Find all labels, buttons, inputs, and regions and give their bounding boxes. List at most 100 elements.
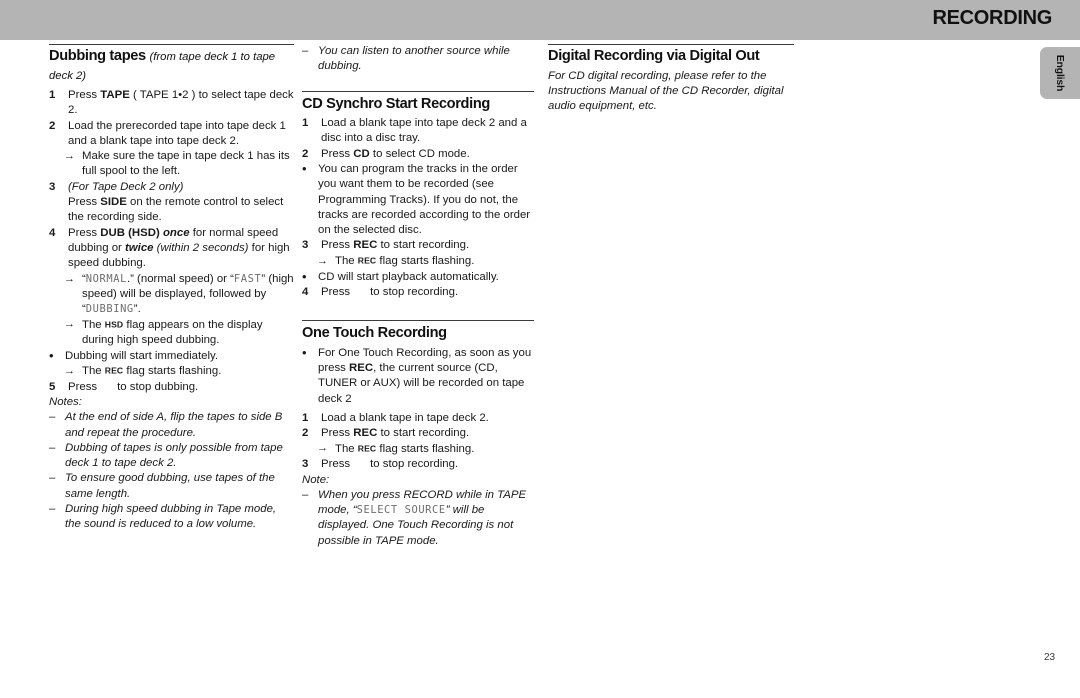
row-text: At the end of side A, flip the tapes to … bbox=[65, 411, 282, 438]
row-text: Press DUB (HSD) once for normal speed du… bbox=[68, 227, 290, 270]
dash-icon: – bbox=[302, 45, 309, 57]
body-text: Press bbox=[68, 89, 101, 101]
emphasis-text: You can listen to another source while d… bbox=[318, 45, 510, 73]
body-text: The bbox=[335, 255, 358, 268]
button-name: REC bbox=[353, 427, 378, 440]
numbered-step: 3 Press to stop recording. bbox=[302, 457, 534, 472]
row-text: You can listen to another source while d… bbox=[318, 45, 510, 72]
row-text: Load a blank tape into tape deck 2 and a… bbox=[321, 117, 527, 144]
numbered-step: 2 Press CD to select CD mode. bbox=[302, 147, 534, 162]
display-flag: REC bbox=[357, 255, 377, 266]
body-text: Make sure the tape in tape deck 1 has it… bbox=[82, 150, 290, 178]
row-text: Load a blank tape in tape deck 2. bbox=[321, 412, 489, 424]
button-name: SIDE bbox=[100, 196, 127, 209]
row-text: During high speed dubbing in Tape mode, … bbox=[65, 503, 276, 530]
page-number: 23 bbox=[1044, 652, 1056, 663]
step-number: 1 bbox=[49, 89, 56, 101]
emphasis-text: To ensure good dubbing, use tapes of the… bbox=[65, 472, 275, 500]
content-column-1: Dubbing tapes (from tape deck 1 to tape … bbox=[49, 44, 294, 533]
result-note: → The REC flag starts flashing. bbox=[302, 441, 534, 457]
numbered-step: 1 Press TAPE ( TAPE 1•2 ) to select tape … bbox=[49, 88, 294, 119]
row-text: The REC flag starts flashing. bbox=[335, 443, 474, 455]
result-note: → The REC flag starts flashing. bbox=[49, 364, 294, 380]
arrow-icon: → bbox=[317, 254, 328, 267]
section-divider bbox=[302, 320, 534, 322]
numbered-step: 4 Press to stop recording. bbox=[302, 285, 534, 300]
row-text: Press REC to start recording. bbox=[321, 427, 469, 439]
body-text: The bbox=[82, 318, 105, 331]
row-text: Press to stop recording. bbox=[321, 286, 458, 298]
row-text: The REC flag starts flashing. bbox=[82, 365, 221, 377]
numbered-step: 2 Load the prerecorded tape into tape dec… bbox=[49, 119, 294, 150]
section-heading-text: CD Synchro Start Recording bbox=[302, 95, 490, 112]
button-name: REC bbox=[353, 239, 378, 252]
section-heading-text: Dubbing tapes bbox=[49, 48, 150, 64]
body-text: Load a blank tape in tape deck 2. bbox=[321, 411, 489, 424]
body-text: Press bbox=[68, 196, 101, 209]
body-text: Press bbox=[321, 427, 354, 440]
row-text: Press TAPE ( TAPE 1•2 ) to select tape d… bbox=[68, 89, 294, 116]
section-heading: Digital Recording via Digital Out bbox=[548, 48, 794, 66]
step-number: 2 bbox=[302, 427, 309, 440]
bullet-icon: • bbox=[302, 160, 307, 176]
step-number: 2 bbox=[302, 147, 309, 160]
row-text: You can program the tracks in the order … bbox=[318, 163, 530, 236]
body-text: to start recording. bbox=[377, 239, 470, 252]
step-number: 2 bbox=[49, 119, 56, 132]
body-text: to stop dubbing. bbox=[117, 380, 199, 393]
arrow-icon: → bbox=[64, 318, 75, 331]
body-text: flag starts flashing. bbox=[376, 255, 475, 268]
body-text: Load the prerecorded tape into tape deck… bbox=[68, 119, 286, 147]
dash-note: – During high speed dubbing in Tape mode,… bbox=[49, 502, 294, 533]
row-text: (For Tape Deck 2 only) bbox=[68, 181, 183, 193]
body-text: Press bbox=[321, 458, 351, 471]
bullet-note: • CD will start playback automatically. bbox=[302, 270, 534, 285]
bullet-note: • You can program the tracks in the order… bbox=[302, 162, 534, 238]
body-text: flag starts flashing. bbox=[123, 365, 222, 378]
body-text: ”. bbox=[133, 303, 141, 316]
row-text: The REC flag starts flashing. bbox=[335, 255, 474, 267]
language-tab[interactable]: English bbox=[1040, 47, 1080, 99]
content-column-3: Digital Recording via Digital Out For CD … bbox=[548, 44, 794, 114]
row-text: To ensure good dubbing, use tapes of the… bbox=[65, 472, 275, 499]
body-text: Press bbox=[321, 147, 354, 160]
dash-icon: – bbox=[49, 472, 56, 485]
arrow-icon: → bbox=[317, 442, 328, 455]
section-divider bbox=[49, 44, 294, 45]
notes-label: Note: bbox=[302, 473, 330, 486]
row-text: The HSD flag appears on the display duri… bbox=[82, 319, 263, 346]
content-column-2: – You can listen to another source while … bbox=[302, 44, 534, 549]
step-continuation: Press SIDE on the remote control to sele… bbox=[49, 195, 294, 226]
numbered-step: 1 Load a blank tape into tape deck 2 and … bbox=[302, 116, 534, 147]
dash-note: – At the end of side A, flip the tapes to… bbox=[49, 410, 294, 441]
header-bar: RECORDING bbox=[0, 0, 1080, 40]
body-text: Load a blank tape into tape deck 2 and a… bbox=[321, 117, 527, 145]
dash-note: – You can listen to another source while … bbox=[302, 44, 534, 75]
result-note: → The REC flag starts flashing. bbox=[302, 254, 534, 270]
button-name: REC bbox=[349, 361, 374, 374]
arrow-icon: → bbox=[64, 364, 75, 377]
body-text: to stop recording. bbox=[370, 458, 459, 471]
row-text: “NORMAL.” (normal speed) or “FAST” (high… bbox=[82, 273, 294, 316]
dash-icon: – bbox=[302, 488, 309, 501]
numbered-step: 4 Press DUB (HSD) once for normal speed d… bbox=[49, 226, 294, 272]
section-divider bbox=[548, 44, 794, 45]
numbered-step: 3 (For Tape Deck 2 only) bbox=[49, 180, 294, 195]
section-heading: Dubbing tapes (from tape deck 1 to tape … bbox=[49, 48, 294, 85]
bullet-note: • Dubbing will start immediately. bbox=[49, 349, 294, 364]
row-text: Press CD to select CD mode. bbox=[321, 148, 470, 160]
emphasis-text: twice bbox=[125, 241, 154, 254]
result-note: → Make sure the tape in tape deck 1 has i… bbox=[49, 149, 294, 180]
section-divider bbox=[302, 90, 534, 92]
step-number: 5 bbox=[49, 380, 56, 393]
language-tab-label: English bbox=[1054, 54, 1066, 92]
body-text: .” (normal speed) or “ bbox=[126, 272, 234, 285]
section-heading-text: One Touch Recording bbox=[302, 325, 447, 342]
arrow-icon: → bbox=[64, 272, 75, 285]
body-text: to start recording. bbox=[377, 427, 470, 440]
lcd-display-text: FAST bbox=[233, 272, 262, 285]
emphasis-text: (For Tape Deck 2 only) bbox=[68, 180, 184, 193]
row-text: Press REC to start recording. bbox=[321, 239, 469, 251]
step-number: 4 bbox=[49, 226, 56, 239]
bullet-icon: • bbox=[302, 344, 307, 360]
